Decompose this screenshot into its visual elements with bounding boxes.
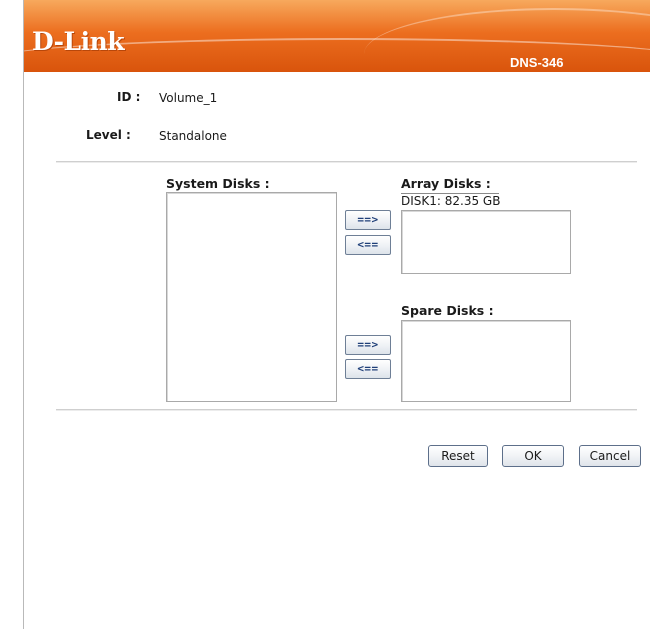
add-to-array-button[interactable]: ==> — [345, 210, 391, 230]
array-disks-list[interactable] — [401, 210, 571, 274]
dialog-window: D-Link DNS-346 ID : Volume_1 Level : Sta… — [23, 0, 650, 629]
top-divider — [56, 161, 637, 163]
array-disks-title: Array Disks : — [401, 176, 499, 194]
level-label: Level : — [86, 128, 131, 142]
header-banner: D-Link DNS-346 — [24, 0, 650, 72]
cancel-button[interactable]: Cancel — [579, 445, 641, 467]
dlink-logo: D-Link — [32, 27, 125, 56]
system-disks-list[interactable] — [166, 192, 337, 402]
bottom-divider — [56, 409, 637, 411]
id-label: ID : — [117, 90, 141, 104]
remove-from-array-button[interactable]: <== — [345, 235, 391, 255]
reset-button[interactable]: Reset — [428, 445, 488, 467]
ok-button[interactable]: OK — [502, 445, 564, 467]
add-to-spare-button[interactable]: ==> — [345, 335, 391, 355]
array-disk-info: DISK1: 82.35 GB — [401, 194, 501, 208]
model-name: DNS-346 — [510, 55, 564, 70]
remove-from-spare-button[interactable]: <== — [345, 359, 391, 379]
spare-disks-list[interactable] — [401, 320, 571, 402]
spare-disks-title: Spare Disks : — [401, 303, 499, 321]
id-value: Volume_1 — [159, 91, 218, 105]
level-value: Standalone — [159, 129, 227, 143]
